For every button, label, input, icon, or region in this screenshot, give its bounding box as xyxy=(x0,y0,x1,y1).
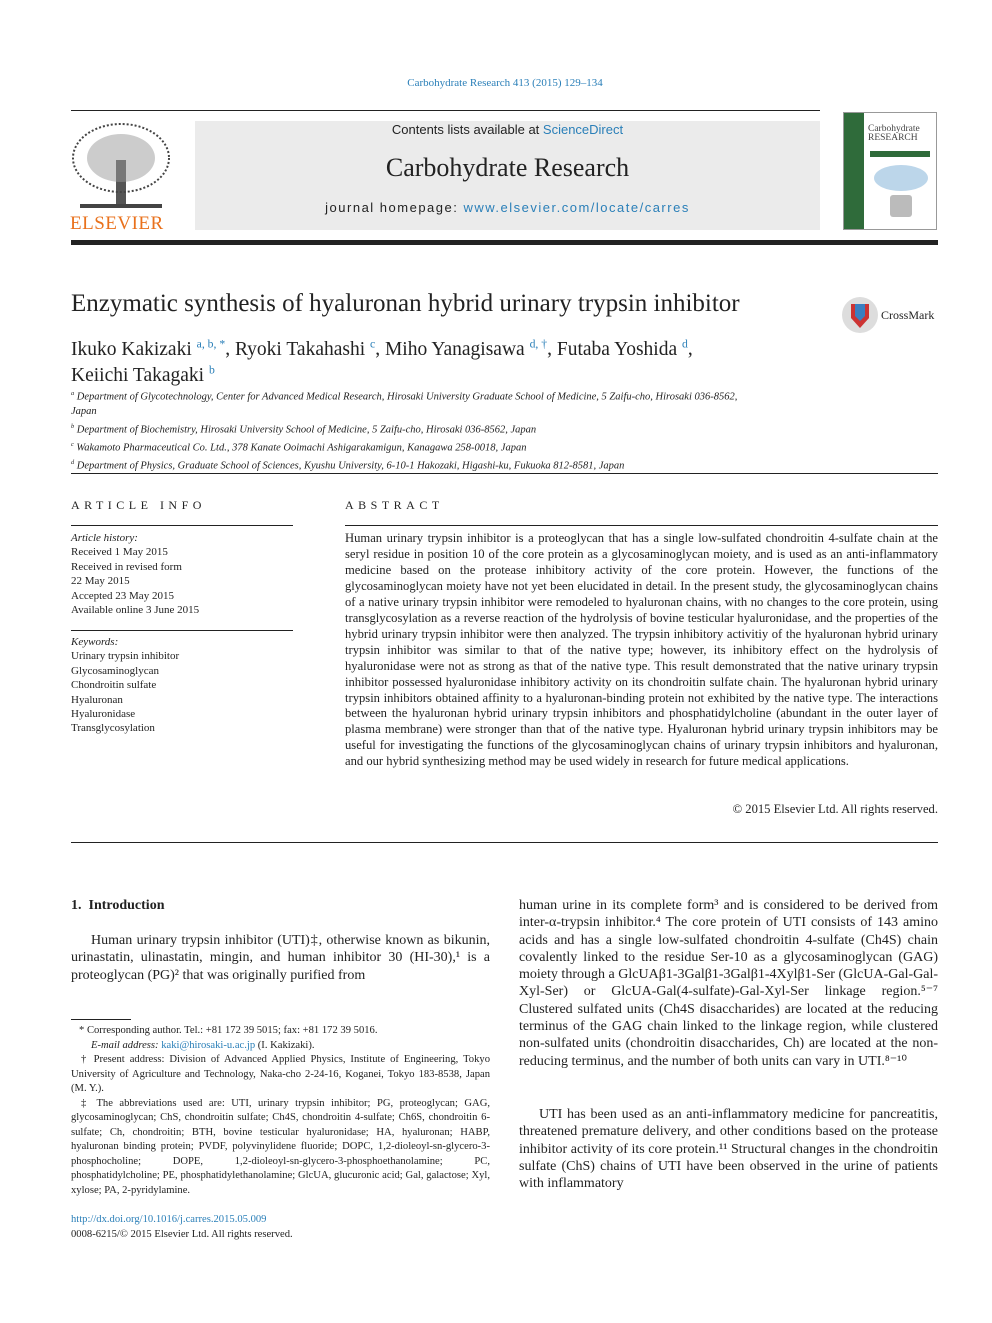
history-item: Received in revised form xyxy=(71,560,182,573)
affiliation: b Department of Biochemistry, Hirosaki U… xyxy=(71,422,537,436)
divider xyxy=(71,630,293,631)
author[interactable]: Miho Yanagisawa d, † xyxy=(385,337,547,360)
header-rule xyxy=(71,110,820,111)
footnote-abbreviations: ‡ The abbreviations used are: UTI, urina… xyxy=(71,1097,490,1196)
footnote-present-address: † Present address: Division of Advanced … xyxy=(71,1054,490,1094)
author[interactable]: Keiichi Takagaki b xyxy=(71,364,215,387)
crossmark-button[interactable]: CrossMark xyxy=(841,296,934,334)
affiliation: a Department of Glycotechnology, Center … xyxy=(71,390,738,417)
email-suffix: (I. Kakizaki). xyxy=(255,1039,315,1051)
divider xyxy=(71,525,293,526)
article-title: Enzymatic synthesis of hyaluronan hybrid… xyxy=(71,290,740,317)
issn-copyright: 0008-6215/© 2015 Elsevier Ltd. All right… xyxy=(71,1228,293,1240)
divider xyxy=(71,473,938,474)
abstract-heading: ABSTRACT xyxy=(345,498,444,512)
history-item: Accepted 23 May 2015 xyxy=(71,589,174,602)
keyword: Transglycosylation xyxy=(71,722,155,735)
keyword: Urinary trypsin inhibitor xyxy=(71,650,180,663)
intro-paragraph: human urine in its complete form³ and is… xyxy=(519,898,938,1069)
article-history: Article history: Received 1 May 2015 Rec… xyxy=(71,531,293,617)
journal-banner: Contents lists available at ScienceDirec… xyxy=(195,121,820,230)
abstract-text: Human urinary trypsin inhibitor is a pro… xyxy=(345,531,938,769)
sciencedirect-link[interactable]: ScienceDirect xyxy=(543,122,623,137)
doi-link[interactable]: http://dx.doi.org/10.1016/j.carres.2015.… xyxy=(71,1214,266,1225)
divider xyxy=(71,842,938,843)
footnotes: * Corresponding author. Tel.: +81 172 39… xyxy=(71,1024,490,1242)
affiliation: d Department of Physics, Graduate School… xyxy=(71,458,625,472)
affiliation: c Wakamoto Pharmaceutical Co. Ltd., 378 … xyxy=(71,440,527,454)
email-link[interactable]: kaki@hirosaki-u.ac.jp xyxy=(161,1040,255,1051)
author-list: Ikuko Kakizaki a, b, *, Ryoki Takahashi … xyxy=(71,337,693,387)
history-item: Received 1 May 2015 xyxy=(71,546,168,559)
email-label: E-mail address: xyxy=(91,1039,162,1051)
header-thick-rule xyxy=(71,240,938,245)
affiliations: a Department of Glycotechnology, Center … xyxy=(71,387,751,474)
article-info-heading: ARTICLE INFO xyxy=(71,498,206,512)
journal-cover-image: Carbohydrate RESEARCH xyxy=(843,112,937,230)
page: { "journal_ref":"Carbohydrate Research 4… xyxy=(0,0,992,1323)
keywords: Keywords: Urinary trypsin inhibitor Glyc… xyxy=(71,635,293,736)
keyword: Glycosaminoglycan xyxy=(71,664,159,677)
intro-paragraph: UTI has been used as an anti-inflammator… xyxy=(519,1107,938,1192)
homepage-link[interactable]: www.elsevier.com/locate/carres xyxy=(463,200,689,215)
keywords-label: Keywords: xyxy=(71,636,119,648)
section-heading-introduction: 1. Introduction xyxy=(71,898,165,913)
keyword: Hyaluronan xyxy=(71,693,123,706)
author[interactable]: Ryoki Takahashi c xyxy=(235,337,375,360)
elsevier-wordmark: ELSEVIER xyxy=(70,213,164,234)
divider xyxy=(345,525,938,526)
author[interactable]: Futaba Yoshida d xyxy=(557,337,688,360)
keyword: Chondroitin sulfate xyxy=(71,679,157,692)
journal-name: Carbohydrate Research xyxy=(385,153,630,182)
history-label: Article history: xyxy=(71,532,138,544)
intro-paragraph: Human urinary trypsin inhibitor (UTI)‡, … xyxy=(71,933,490,983)
footnote-rule xyxy=(71,1019,131,1020)
footnote-corresponding: * Corresponding author. Tel.: +81 172 39… xyxy=(79,1025,378,1036)
author[interactable]: Ikuko Kakizaki a, b, * xyxy=(71,337,225,360)
cover-title: Carbohydrate RESEARCH xyxy=(868,124,920,143)
elsevier-logo: ELSEVIER xyxy=(70,120,172,234)
keyword: Hyaluronidase xyxy=(71,708,136,721)
history-item: Available online 3 June 2015 xyxy=(71,604,200,617)
abstract-copyright: © 2015 Elsevier Ltd. All rights reserved… xyxy=(732,802,938,816)
journal-reference-link[interactable]: Carbohydrate Research 413 (2015) 129–134 xyxy=(0,77,992,89)
crossmark-label: CrossMark xyxy=(881,307,935,322)
crossmark-icon xyxy=(842,297,878,333)
homepage-label: journal homepage: xyxy=(325,200,464,215)
contents-text: Contents lists available at xyxy=(391,122,543,137)
history-item: 22 May 2015 xyxy=(71,575,130,588)
